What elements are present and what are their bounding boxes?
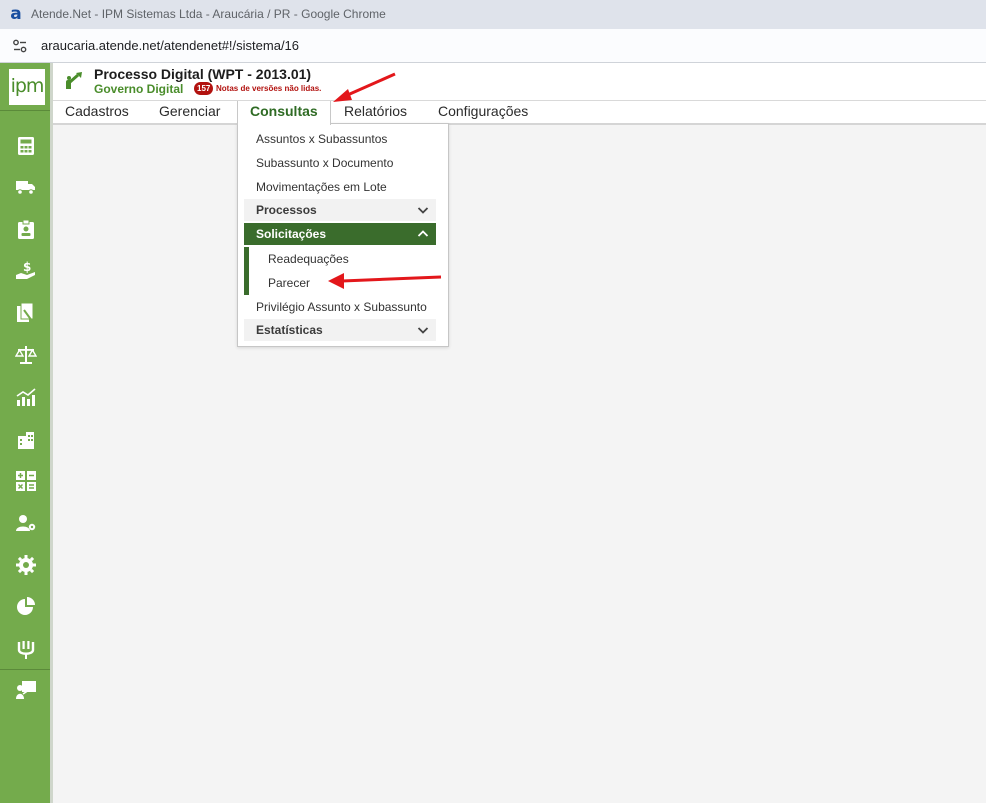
chart-growth-icon[interactable] xyxy=(15,386,37,408)
annotation-arrow-icon xyxy=(328,273,442,289)
sidebar-divider xyxy=(0,110,50,111)
menu-cadastros[interactable]: Cadastros xyxy=(65,101,129,123)
sidebar-divider xyxy=(0,669,50,670)
menu-gerenciar[interactable]: Gerenciar xyxy=(159,101,220,123)
browser-title-bar: a Atende.Net - IPM Sistemas Ltda - Arauc… xyxy=(0,0,986,29)
menu-group-label: Estatísticas xyxy=(256,323,323,337)
scales-icon[interactable] xyxy=(15,344,37,366)
calculator-icon[interactable] xyxy=(15,135,37,157)
menu-item-subassunto-documento[interactable]: Subassunto x Documento xyxy=(256,156,393,170)
site-settings-icon[interactable] xyxy=(12,38,28,54)
building-icon[interactable] xyxy=(15,428,37,450)
chevron-up-icon xyxy=(416,227,430,241)
menu-group-label: Solicitações xyxy=(256,227,327,241)
truck-icon[interactable] xyxy=(15,176,37,198)
sidebar: ipm $ xyxy=(0,63,53,803)
main-menu-bar: Cadastros Gerenciar Consultas Relatórios… xyxy=(53,100,986,125)
documents-icon[interactable] xyxy=(15,302,37,324)
annotation-arrow-icon xyxy=(333,72,396,102)
address-bar[interactable]: araucaria.atende.net/atendenet#!/sistema… xyxy=(0,29,986,63)
menu-group-label: Processos xyxy=(256,203,317,217)
menu-item-privilegio[interactable]: Privilégio Assunto x Subassunto xyxy=(256,300,427,314)
math-operations-icon[interactable] xyxy=(15,470,37,492)
url-text[interactable]: araucaria.atende.net/atendenet#!/sistema… xyxy=(41,38,299,53)
notes-count-badge[interactable]: 157 xyxy=(194,82,214,95)
svg-text:$: $ xyxy=(23,260,31,274)
chevron-down-icon xyxy=(416,323,430,337)
menu-consultas[interactable]: Consultas xyxy=(237,101,331,125)
app-subtitle: Governo Digital xyxy=(94,82,184,96)
gear-icon[interactable] xyxy=(15,554,37,576)
app-header: Processo Digital (WPT - 2013.01) Governo… xyxy=(53,63,986,100)
window-title: Atende.Net - IPM Sistemas Ltda - Araucár… xyxy=(31,7,386,21)
menu-group-solicitacoes[interactable]: Solicitações xyxy=(244,223,436,245)
chevron-down-icon xyxy=(416,203,430,217)
user-settings-icon[interactable] xyxy=(15,512,37,534)
presentation-icon[interactable] xyxy=(15,679,37,701)
menu-item-assuntos-subassuntos[interactable]: Assuntos x Subassuntos xyxy=(256,132,387,146)
menu-item-parecer[interactable]: Parecer xyxy=(268,276,310,290)
release-notes-link[interactable]: Notas de versões não lidas. xyxy=(216,84,321,93)
app-title: Processo Digital (WPT - 2013.01) xyxy=(94,66,312,82)
submenu-indicator-bar xyxy=(244,247,249,295)
money-hand-icon[interactable]: $ xyxy=(15,260,37,282)
menu-group-estatisticas[interactable]: Estatísticas xyxy=(244,319,436,341)
ipm-logo[interactable]: ipm xyxy=(9,69,45,105)
menu-item-readequacoes[interactable]: Readequações xyxy=(268,252,349,266)
plug-icon[interactable] xyxy=(15,638,37,660)
process-digital-icon xyxy=(64,69,86,91)
consultas-dropdown: Assuntos x Subassuntos Subassunto x Docu… xyxy=(237,123,449,347)
id-badge-icon[interactable] xyxy=(15,219,37,241)
menu-group-processos[interactable]: Processos xyxy=(244,199,436,221)
site-favicon-icon: a xyxy=(10,4,22,24)
menu-item-movimentacoes-lote[interactable]: Movimentações em Lote xyxy=(256,180,387,194)
pie-chart-icon[interactable] xyxy=(15,596,37,618)
menu-configuracoes[interactable]: Configurações xyxy=(438,101,528,123)
